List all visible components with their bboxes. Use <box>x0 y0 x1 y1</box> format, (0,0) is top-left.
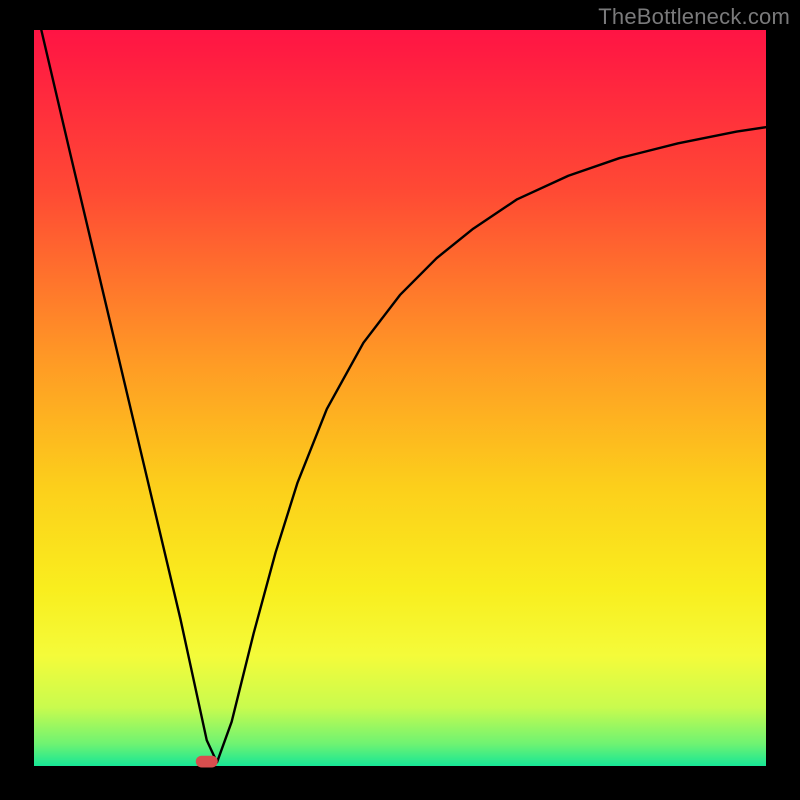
watermark-text: TheBottleneck.com <box>598 4 790 30</box>
chart-frame: TheBottleneck.com <box>0 0 800 800</box>
current-point-marker <box>196 756 218 768</box>
bottleneck-chart <box>0 0 800 800</box>
plot-background <box>34 30 766 766</box>
